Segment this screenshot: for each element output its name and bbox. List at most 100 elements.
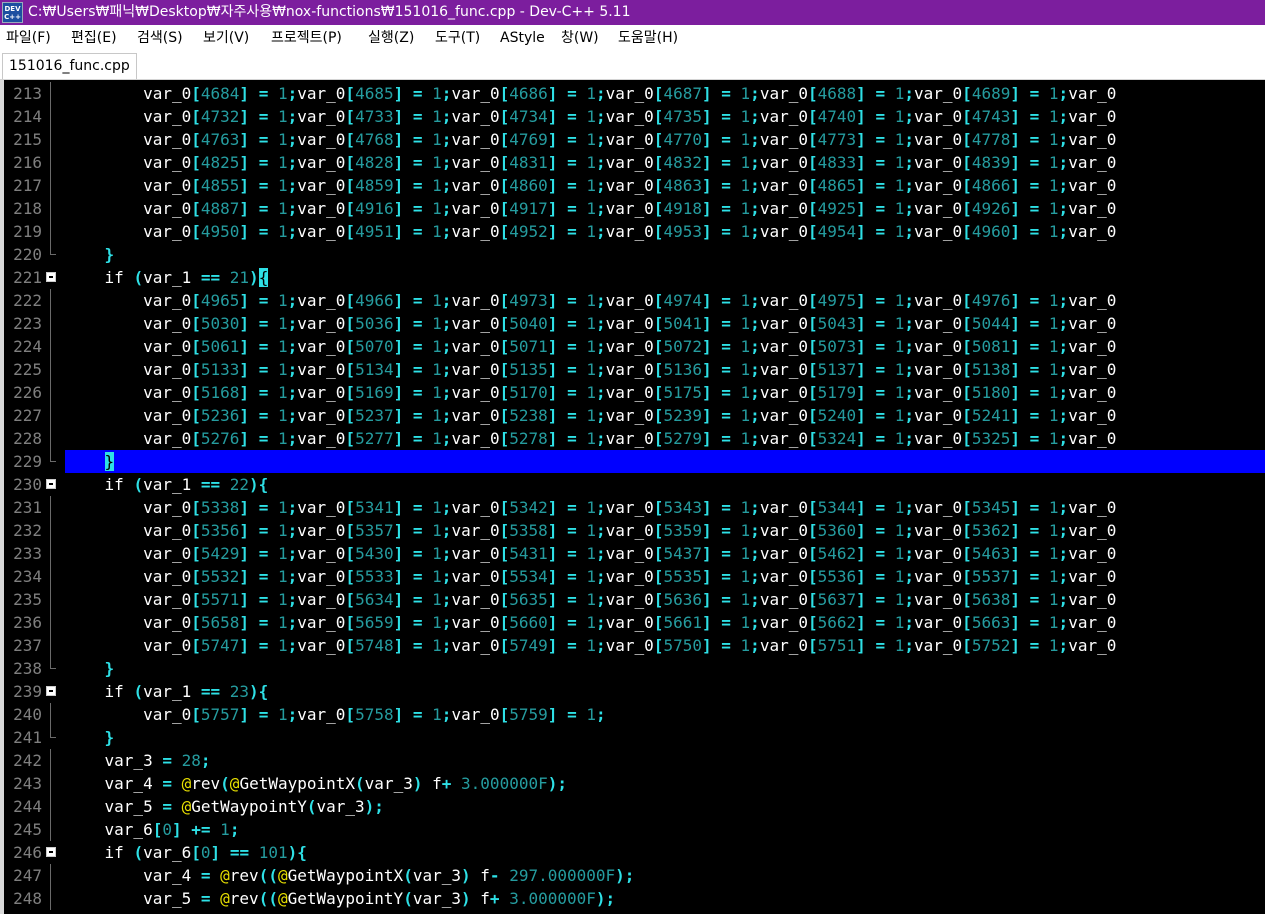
menu-edit[interactable]: 편집(E) — [71, 25, 117, 52]
code-token: 1 — [894, 383, 905, 402]
code-token: 5179 — [817, 383, 857, 402]
menu-project[interactable]: 프로젝트(P) — [271, 25, 342, 52]
menu-file[interactable]: 파일(F) — [6, 25, 51, 52]
fold-toggle-icon[interactable] — [46, 266, 58, 289]
tab-151016-func-cpp[interactable]: 151016_func.cpp — [2, 53, 137, 79]
code-token: ] — [701, 337, 712, 356]
code-line[interactable]: 233 var_0[5429] = 1;var_0[5430] = 1;var_… — [4, 542, 1265, 565]
code-token: ; — [595, 337, 606, 356]
code-editor[interactable]: 213 var_0[4684] = 1;var_0[4685] = 1;var_… — [0, 80, 1265, 914]
code-line[interactable]: 228 var_0[5276] = 1;var_0[5277] = 1;var_… — [4, 427, 1265, 450]
code-line[interactable]: 236 var_0[5658] = 1;var_0[5659] = 1;var_… — [4, 611, 1265, 634]
code-text: var_0[5338] = 1;var_0[5341] = 1;var_0[53… — [66, 496, 1116, 519]
code-line[interactable]: 242 var_3 = 28; — [4, 749, 1265, 772]
code-line[interactable]: 226 var_0[5168] = 1;var_0[5169] = 1;var_… — [4, 381, 1265, 404]
code-line[interactable]: 237 var_0[5747] = 1;var_0[5748] = 1;var_… — [4, 634, 1265, 657]
code-token: [ — [962, 291, 972, 310]
code-line[interactable]: 243 var_4 = @rev(@GetWaypointX(var_3) f+… — [4, 772, 1265, 795]
code-token: = — [258, 130, 269, 149]
code-token: var_0 — [66, 567, 192, 586]
code-token: = — [875, 314, 886, 333]
code-token: = — [1029, 84, 1040, 103]
code-line[interactable]: 221 if (var_1 == 21){ — [4, 266, 1265, 289]
code-line[interactable]: 240 var_0[5757] = 1;var_0[5758] = 1;var_… — [4, 703, 1265, 726]
code-line[interactable]: 219 var_0[4950] = 1;var_0[4951] = 1;var_… — [4, 220, 1265, 243]
code-line[interactable]: 245 var_6[0] += 1; — [4, 818, 1265, 841]
menu-help[interactable]: 도움말(H) — [618, 25, 678, 52]
code-line[interactable]: 230 if (var_1 == 22){ — [4, 473, 1265, 496]
code-line[interactable]: 235 var_0[5571] = 1;var_0[5634] = 1;var_… — [4, 588, 1265, 611]
code-line[interactable]: 224 var_0[5061] = 1;var_0[5070] = 1;var_… — [4, 335, 1265, 358]
code-line[interactable]: 238 } — [4, 657, 1265, 680]
code-line[interactable]: 223 var_0[5030] = 1;var_0[5036] = 1;var_… — [4, 312, 1265, 335]
code-line[interactable]: 222 var_0[4965] = 1;var_0[4966] = 1;var_… — [4, 289, 1265, 312]
code-token: ; — [595, 383, 606, 402]
menu-execute[interactable]: 실행(Z) — [368, 25, 414, 52]
code-line[interactable]: 246 if (var_6[0] == 101){ — [4, 841, 1265, 864]
menu-astyle[interactable]: AStyle — [500, 25, 545, 52]
code-token: [ — [191, 107, 201, 126]
fold-guide-line — [46, 496, 58, 519]
code-line[interactable]: 213 var_0[4684] = 1;var_0[4685] = 1;var_… — [4, 82, 1265, 105]
code-line[interactable]: 244 var_5 = @GetWaypointY(var_3); — [4, 795, 1265, 818]
code-line[interactable]: 215 var_0[4763] = 1;var_0[4768] = 1;var_… — [4, 128, 1265, 151]
code-token: ] — [393, 222, 404, 241]
menu-search[interactable]: 검색(S) — [137, 25, 183, 52]
code-token: var_0 — [66, 176, 192, 195]
code-token: 1 — [277, 383, 288, 402]
menu-tools[interactable]: 도구(T) — [435, 25, 480, 52]
menu-view[interactable]: 보기(V) — [203, 25, 249, 52]
code-token: 0 — [162, 820, 172, 839]
code-line[interactable]: 218 var_0[4887] = 1;var_0[4916] = 1;var_… — [4, 197, 1265, 220]
code-line[interactable]: 214 var_0[4732] = 1;var_0[4733] = 1;var_… — [4, 105, 1265, 128]
code-token: [ — [962, 590, 972, 609]
menu-window[interactable]: 창(W) — [561, 25, 599, 52]
code-token: var_0 — [451, 521, 500, 540]
code-line[interactable]: 227 var_0[5236] = 1;var_0[5237] = 1;var_… — [4, 404, 1265, 427]
code-line[interactable]: 229 } — [4, 450, 1265, 473]
code-line[interactable]: 220 } — [4, 243, 1265, 266]
code-token: [ — [962, 498, 972, 517]
code-token: ; — [750, 314, 760, 333]
code-line[interactable]: 225 var_0[5133] = 1;var_0[5134] = 1;var_… — [4, 358, 1265, 381]
code-line[interactable]: 239 if (var_1 == 23){ — [4, 680, 1265, 703]
code-token: var_0 — [1068, 521, 1117, 540]
code-line[interactable]: 216 var_0[4825] = 1;var_0[4828] = 1;var_… — [4, 151, 1265, 174]
code-token: var_0 — [914, 590, 963, 609]
code-token: ] — [171, 820, 182, 839]
code-line[interactable]: 247 var_4 = @rev((@GetWaypointX(var_3) f… — [4, 864, 1265, 887]
code-line[interactable]: 234 var_0[5532] = 1;var_0[5533] = 1;var_… — [4, 565, 1265, 588]
code-token: 1 — [740, 521, 751, 540]
code-token: 4926 — [971, 199, 1011, 218]
line-number: 215 — [13, 130, 42, 149]
code-line[interactable]: 248 var_5 = @rev((@GetWaypointY(var_3) f… — [4, 887, 1265, 910]
code-text: var_0[5168] = 1;var_0[5169] = 1;var_0[51… — [66, 381, 1116, 404]
code-token: ; — [441, 153, 452, 172]
code-token: ] — [547, 153, 558, 172]
code-token: ( — [220, 774, 230, 793]
code-token: ] — [856, 590, 866, 609]
code-token: = — [258, 176, 269, 195]
code-token: 4689 — [971, 84, 1011, 103]
code-line[interactable]: 241 } — [4, 726, 1265, 749]
fold-toggle-icon[interactable] — [46, 680, 58, 703]
code-token: ; — [287, 383, 298, 402]
code-line[interactable]: 231 var_0[5338] = 1;var_0[5341] = 1;var_… — [4, 496, 1265, 519]
code-token: 5237 — [355, 406, 394, 425]
code-line[interactable]: 232 var_0[5356] = 1;var_0[5357] = 1;var_… — [4, 519, 1265, 542]
title-bar[interactable]: DEV C++ C:₩Users₩패닉₩Desktop₩자주사용₩nox-fun… — [0, 0, 1265, 25]
code-token: var_0 — [297, 130, 346, 149]
code-token: = — [412, 291, 423, 310]
code-token: var_0 — [605, 544, 654, 563]
code-token: var_0 — [605, 613, 654, 632]
fold-toggle-icon[interactable] — [46, 473, 58, 496]
fold-toggle-icon[interactable] — [46, 841, 58, 864]
dev-cpp-app-icon[interactable]: DEV C++ — [2, 2, 23, 23]
code-line[interactable]: 217 var_0[4855] = 1;var_0[4859] = 1;var_… — [4, 174, 1265, 197]
